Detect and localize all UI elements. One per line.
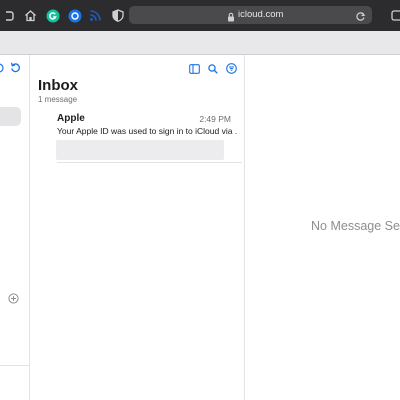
message-list-pane: Inbox 1 message Apple 2:49 PM Your Apple…: [30, 55, 245, 400]
browser-toolbar: icloud.com: [0, 0, 400, 31]
mailbox-sidebar: [0, 55, 30, 400]
message-detail-pane: No Message Se: [245, 55, 400, 400]
message-sender: Apple: [57, 113, 85, 124]
message-divider: [57, 162, 242, 163]
mailbox-title: Inbox: [38, 77, 78, 94]
right-edge-icon[interactable]: [389, 8, 400, 23]
grammarly-extension-icon[interactable]: [45, 8, 60, 23]
sidebar-toggle-icon[interactable]: [189, 61, 200, 79]
mailbox-icon[interactable]: [0, 60, 5, 78]
privacy-shield-icon[interactable]: [110, 8, 125, 23]
add-folder-icon[interactable]: [8, 291, 19, 309]
message-preview-placeholder: [56, 140, 224, 160]
left-edge-icon[interactable]: [3, 8, 18, 23]
message-time: 2:49 PM: [199, 114, 231, 124]
reload-icon[interactable]: [355, 9, 366, 27]
message-count: 1 message: [38, 95, 78, 104]
search-icon[interactable]: [208, 61, 218, 79]
sidebar-divider: [0, 365, 30, 366]
rss-icon[interactable]: [88, 8, 103, 23]
filter-icon[interactable]: [226, 61, 237, 79]
sidebar-item-inbox[interactable]: [0, 107, 21, 126]
url-text: icloud.com: [238, 9, 284, 20]
message-list-item[interactable]: Apple 2:49 PM Your Apple ID was used to …: [50, 108, 240, 161]
no-message-selected-text: No Message Se: [311, 219, 400, 233]
extension-icon[interactable]: [67, 8, 82, 23]
lock-icon: [227, 9, 235, 27]
tab-strip: [0, 31, 400, 55]
refresh-icon[interactable]: [10, 60, 21, 78]
home-icon[interactable]: [23, 8, 38, 23]
message-subject: Your Apple ID was used to sign in to iCl…: [57, 126, 237, 136]
address-bar[interactable]: icloud.com: [129, 6, 372, 24]
